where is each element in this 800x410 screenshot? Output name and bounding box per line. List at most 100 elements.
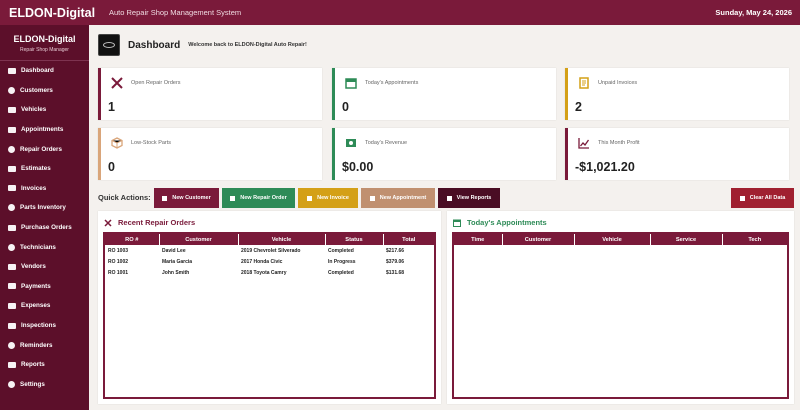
sidebar-item-expenses[interactable]: Expenses xyxy=(0,296,89,316)
sidebar-item-label: Settings xyxy=(20,380,45,388)
column-header[interactable]: Vehicle xyxy=(574,234,651,245)
sidebar-item-appointments[interactable]: Appointments xyxy=(0,120,89,140)
sidebar-item-invoices[interactable]: Invoices xyxy=(0,179,89,199)
column-header[interactable]: Customer xyxy=(502,234,575,245)
sidebar-item-label: Dashboard xyxy=(21,67,54,75)
sidebar-item-label: Payments xyxy=(21,282,51,290)
sidebar-header: ELDON-Digital Repair Shop Manager xyxy=(0,25,89,61)
card-label: Today's Appointments xyxy=(365,80,419,86)
cart-icon xyxy=(8,224,16,231)
users-icon xyxy=(8,86,15,94)
new-repair-order-button[interactable]: New Repair Order xyxy=(222,188,295,208)
current-date: Sunday, May 24, 2026 xyxy=(715,8,792,17)
table-header-row: RO # Customer Vehicle Status Total xyxy=(105,234,434,245)
bell-icon xyxy=(8,341,15,349)
column-header[interactable]: Status xyxy=(325,234,384,245)
sidebar-item-estimates[interactable]: Estimates xyxy=(0,159,89,179)
column-header[interactable]: Time xyxy=(454,234,503,245)
calculator-icon xyxy=(8,165,16,172)
clear-all-data-button[interactable]: Clear All Data xyxy=(731,188,794,208)
panel-title: Recent Repair Orders xyxy=(104,218,195,227)
card-month-profit[interactable]: This Month Profit -$1,021.20 xyxy=(565,128,789,180)
column-header[interactable]: Vehicle xyxy=(238,234,326,245)
sidebar-item-label: Vehicles xyxy=(21,106,47,114)
calendar-icon xyxy=(453,219,461,227)
sidebar-item-reminders[interactable]: Reminders xyxy=(0,335,89,355)
page-title: Dashboard xyxy=(128,39,181,51)
app-subtitle: Auto Repair Shop Management System xyxy=(109,8,242,17)
sidebar-item-label: Vendors xyxy=(21,263,46,271)
settings-icon xyxy=(8,380,15,388)
main-content: Dashboard Welcome back to ELDON-Digital … xyxy=(89,25,800,410)
card-todays-revenue[interactable]: Today's Revenue $0.00 xyxy=(332,128,556,180)
card-unpaid-invoices[interactable]: Unpaid Invoices 2 xyxy=(565,68,789,120)
sidebar-item-technicians[interactable]: Technicians xyxy=(0,237,89,257)
sidebar-item-reports[interactable]: Reports xyxy=(0,355,89,375)
card-label: This Month Profit xyxy=(598,140,640,146)
dashboard-header: Dashboard Welcome back to ELDON-Digital … xyxy=(98,34,307,56)
card-todays-appointments[interactable]: Today's Appointments 0 xyxy=(332,68,556,120)
cell-status: In Progress xyxy=(328,258,356,265)
sidebar-item-settings[interactable]: Settings xyxy=(0,375,89,395)
sidebar-item-repair-orders[interactable]: Repair Orders xyxy=(0,139,89,159)
panel-title: Today's Appointments xyxy=(453,218,547,227)
sidebar-item-customers[interactable]: Customers xyxy=(0,81,89,101)
button-label: New Repair Order xyxy=(240,195,287,201)
card-label: Today's Revenue xyxy=(365,140,408,146)
button-label: New Appointment xyxy=(379,195,427,201)
column-header[interactable]: Tech xyxy=(722,234,787,245)
sidebar-tagline: Repair Shop Manager xyxy=(20,47,69,53)
chart-icon xyxy=(446,195,452,201)
sidebar-item-label: Reminders xyxy=(20,341,53,349)
sidebar-item-label: Technicians xyxy=(20,243,56,251)
receipt-icon xyxy=(8,302,16,309)
box-icon xyxy=(111,137,123,149)
cell-total: $131.68 xyxy=(386,269,405,276)
column-header[interactable]: RO # xyxy=(105,234,160,245)
view-reports-button[interactable]: View Reports xyxy=(438,188,500,208)
sidebar-item-payments[interactable]: Payments xyxy=(0,277,89,297)
sidebar-item-vehicles[interactable]: Vehicles xyxy=(0,100,89,120)
sidebar-item-vendors[interactable]: Vendors xyxy=(0,257,89,277)
appointments-table: Time Customer Vehicle Service Tech xyxy=(452,232,789,399)
cash-icon xyxy=(346,139,356,147)
gear-icon xyxy=(8,204,15,212)
table-row[interactable]: RO 1001 John Smith 2018 Toyota Camry Com… xyxy=(105,267,434,278)
technician-icon xyxy=(8,243,15,251)
table-row[interactable]: RO 1002 Maria Garcia 2017 Honda Civic In… xyxy=(105,256,434,267)
cell-ro-number: RO 1001 xyxy=(108,269,129,276)
column-header[interactable]: Customer xyxy=(159,234,239,245)
dashboard-icon xyxy=(8,67,16,74)
column-header[interactable]: Service xyxy=(650,234,723,245)
calendar-icon xyxy=(369,195,375,201)
new-customer-button[interactable]: New Customer xyxy=(154,188,219,208)
panel-title-text: Recent Repair Orders xyxy=(118,218,196,227)
recent-orders-table: RO # Customer Vehicle Status Total RO 10… xyxy=(103,232,436,399)
sidebar-item-parts-inventory[interactable]: Parts Inventory xyxy=(0,198,89,218)
card-low-stock-parts[interactable]: Low-Stock Parts 0 xyxy=(98,128,322,180)
company-logo xyxy=(98,34,120,56)
calendar-icon xyxy=(345,78,357,89)
invoice-icon xyxy=(579,77,589,89)
column-header[interactable]: Total xyxy=(383,234,434,245)
cell-customer: Maria Garcia xyxy=(162,258,193,265)
tools-icon xyxy=(104,218,112,227)
new-invoice-button[interactable]: New Invoice xyxy=(298,188,358,208)
cell-customer: John Smith xyxy=(162,269,190,276)
new-appointment-button[interactable]: New Appointment xyxy=(361,188,435,208)
sidebar-item-purchase-orders[interactable]: Purchase Orders xyxy=(0,218,89,238)
recent-repair-orders-panel: Recent Repair Orders RO # Customer Vehic… xyxy=(98,211,441,404)
cell-ro-number: RO 1003 xyxy=(108,247,129,254)
sidebar-item-label: Parts Inventory xyxy=(20,204,66,212)
card-label: Unpaid Invoices xyxy=(598,80,638,86)
card-open-repair-orders[interactable]: Open Repair Orders 1 xyxy=(98,68,322,120)
table-row[interactable]: RO 1003 David Lee 2019 Chevrolet Silvera… xyxy=(105,245,434,256)
invoice-icon xyxy=(8,185,16,192)
tools-icon xyxy=(111,77,123,89)
todays-appointments-panel: Today's Appointments Time Customer Vehic… xyxy=(447,211,794,404)
sidebar-item-inspections[interactable]: Inspections xyxy=(0,316,89,336)
sidebar-item-dashboard[interactable]: Dashboard xyxy=(0,61,89,81)
car-icon xyxy=(8,106,16,113)
card-value: $0.00 xyxy=(342,160,374,174)
welcome-message: Welcome back to ELDON-Digital Auto Repai… xyxy=(188,42,307,48)
